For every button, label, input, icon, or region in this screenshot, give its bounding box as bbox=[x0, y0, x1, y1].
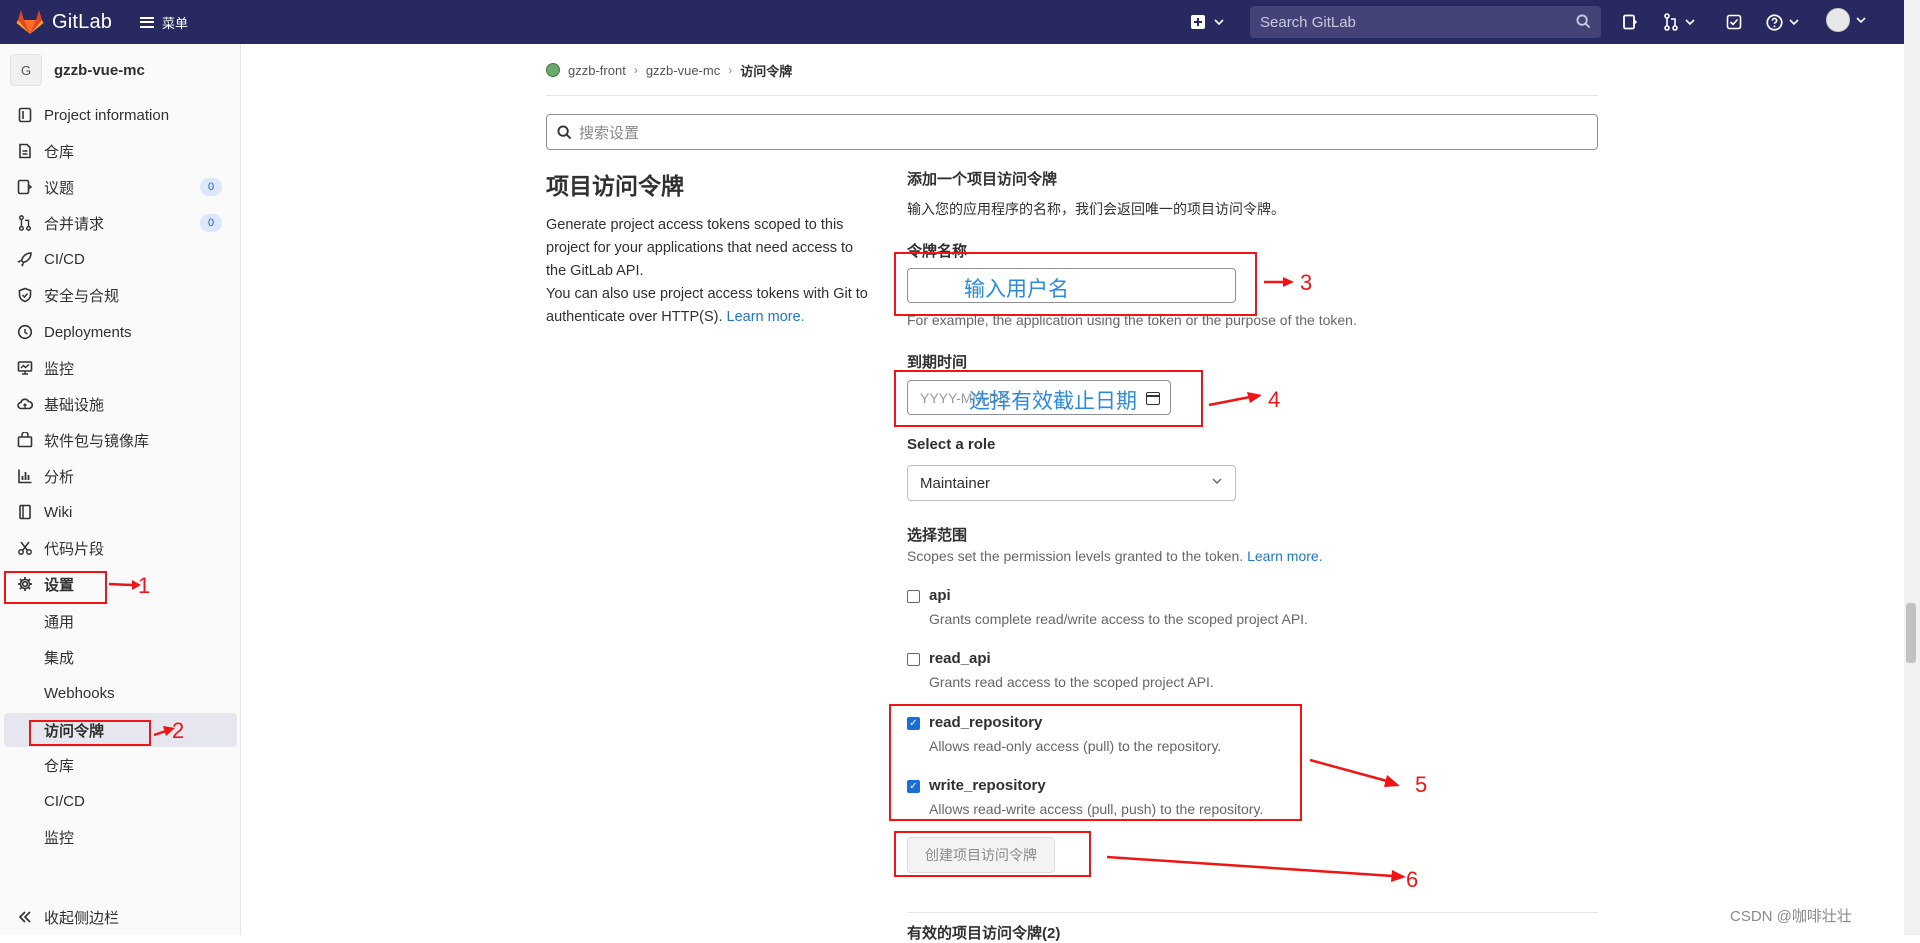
annotation-number-2: 2 bbox=[172, 718, 185, 743]
watermark: CSDN @咖啡壮壮 bbox=[1730, 908, 1852, 925]
annotation-number-5: 5 bbox=[1415, 772, 1428, 797]
scrollbar-thumb[interactable] bbox=[1906, 603, 1916, 663]
annotation-number-1: 1 bbox=[138, 573, 151, 598]
page-scrollbar[interactable] bbox=[1904, 0, 1920, 935]
annotation-arrows bbox=[108, 277, 1406, 882]
annotation-number-3: 3 bbox=[1300, 270, 1313, 295]
annotation-number-4: 4 bbox=[1268, 387, 1281, 412]
annotation-arrow-2 bbox=[153, 729, 167, 737]
annotation-arrow-6 bbox=[1106, 855, 1394, 878]
annotation-number-6: 6 bbox=[1406, 867, 1419, 892]
annotation-arrow-1 bbox=[108, 582, 133, 587]
annotation-arrow-4 bbox=[1208, 395, 1251, 407]
annotation-arrow-5 bbox=[1309, 758, 1388, 783]
